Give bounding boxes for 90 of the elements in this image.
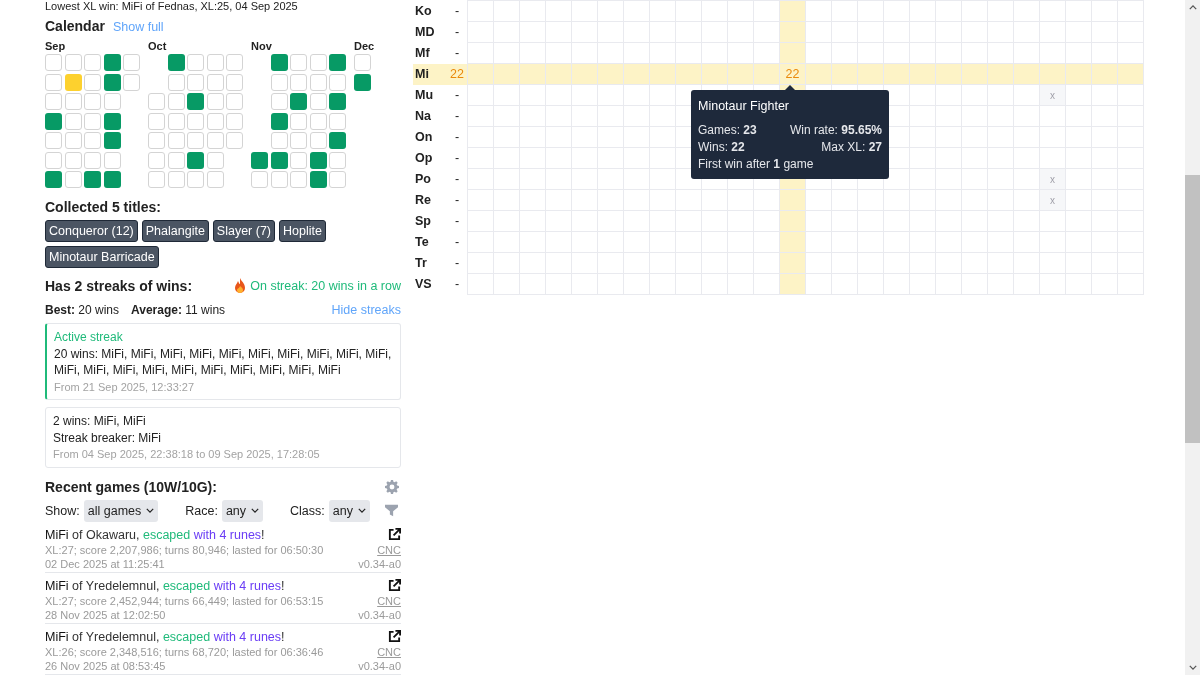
- month-label: Oct: [148, 40, 168, 54]
- title-tag: Minotaur Barricade: [45, 246, 159, 268]
- title-tag: Phalangite: [141, 220, 209, 242]
- filter-dropdown[interactable]: any: [328, 499, 370, 522]
- on-streak-text: On streak: 20 wins in a row: [250, 279, 401, 293]
- titles-heading: Collected 5 titles:: [45, 199, 162, 215]
- row-total: -: [447, 84, 468, 106]
- row-label: Po: [414, 171, 432, 188]
- external-link-icon[interactable]: [388, 629, 401, 643]
- filter-label: Race:: [185, 503, 218, 518]
- row-label: Sp: [414, 213, 432, 230]
- month-label: Sep: [45, 40, 67, 54]
- external-link-icon[interactable]: [388, 578, 401, 592]
- best-streak: Best: 20 wins: [45, 303, 120, 317]
- streaks-heading: Has 2 streaks of wins:: [45, 278, 193, 294]
- game-title: MiFi of Yredelemnul, escaped with 4 runes!: [45, 628, 286, 645]
- row-total: 22: [447, 63, 468, 85]
- filter-label: Show:: [45, 503, 80, 518]
- game-version: v0.34-a0: [358, 556, 401, 571]
- row-label: Op: [414, 150, 434, 167]
- tooltip-stat: Win rate: 95.65%: [789, 122, 882, 139]
- filter-label: Class:: [290, 503, 325, 518]
- row-total: -: [447, 210, 468, 232]
- row-label: Mu: [413, 84, 447, 106]
- row-total: -: [447, 273, 468, 295]
- scrollbar[interactable]: [1185, 0, 1200, 675]
- row-label: Mf: [413, 42, 447, 64]
- tooltip-title: Minotaur Fighter: [698, 98, 790, 115]
- chevron-down-icon: [146, 508, 155, 513]
- streak-period: From 04 Sep 2025, 22:38:18 to 09 Sep 2025, 17:28:05: [53, 447, 321, 462]
- streak-wins: 20 wins: MiFi, MiFi, MiFi, MiFi, MiFi, MiFi, MiFi, MiFi, MiFi, MiFi, MiFi, MiFi, MiFi, MiFi, MiFi, MiFi, MiFi, MiFi, MiFi, MiFi: [54, 345, 393, 379]
- chevron-down-icon: [251, 508, 260, 513]
- game-date: 02 Dec 2025 at 11:25:41: [45, 556, 166, 571]
- game-title: MiFi of Okawaru, escaped with 4 runes!: [45, 526, 266, 543]
- row-label: MD: [414, 24, 436, 41]
- streak-label: Active streak: [54, 329, 124, 346]
- month-label: Dec: [354, 40, 375, 54]
- game-version: v0.34-a0: [358, 658, 401, 673]
- server-link[interactable]: CNC: [377, 542, 401, 557]
- row-total: -: [447, 189, 468, 211]
- server-link[interactable]: CNC: [377, 593, 401, 608]
- calendar-heading: Calendar: [45, 18, 105, 34]
- game-details: XL:27; score 2,207,986; turns 80,946; lasted for 06:50:30: [45, 542, 324, 557]
- filter-dropdown[interactable]: any: [221, 499, 264, 522]
- row-label: VS: [414, 276, 433, 293]
- server-link[interactable]: CNC: [377, 644, 401, 659]
- row-total: -: [447, 252, 468, 274]
- game-date: 28 Nov 2025 at 12:02:50: [45, 607, 167, 622]
- streak-period: From 21 Sep 2025, 12:33:27: [54, 379, 196, 395]
- average-streak: Average: 11 wins: [131, 303, 226, 317]
- streak-breaker: Streak breaker: MiFi: [53, 429, 163, 446]
- fire-icon: [234, 278, 247, 294]
- game-date: 26 Nov 2025 at 08:53:45: [45, 658, 167, 673]
- row-total: -: [447, 231, 468, 253]
- row-label: Re: [414, 192, 432, 209]
- title-tag: Slayer (7): [212, 220, 276, 242]
- row-total: -: [447, 147, 468, 169]
- row-total: -: [447, 42, 468, 64]
- title-tag: Hoplite: [279, 220, 326, 242]
- game-details: XL:26; score 2,348,516; turns 68,720; lasted for 06:36:46: [45, 644, 324, 659]
- game-version: v0.34-a0: [358, 607, 401, 622]
- row-label: On: [414, 129, 434, 146]
- month-label: Nov: [251, 40, 273, 54]
- hide-streaks-link[interactable]: Hide streaks: [331, 303, 401, 317]
- filter-dropdown[interactable]: all games: [83, 499, 159, 522]
- tooltip-stat: Wins: 22: [698, 139, 745, 156]
- tooltip-stat: Max XL: 27: [821, 139, 882, 156]
- recent-games-heading: Recent games (10W/10G):: [45, 478, 217, 495]
- tooltip-note: First win after 1 game: [698, 156, 815, 173]
- row-label: Ko: [414, 3, 433, 20]
- row-total: -: [447, 105, 468, 127]
- lowest-xl-win: Lowest XL win: MiFi of Fednas, XL:25, 04 Sep 2025: [45, 0, 299, 13]
- external-link-icon[interactable]: [388, 527, 401, 541]
- row-label: Mi: [413, 63, 447, 85]
- show-full-link[interactable]: Show full: [112, 20, 164, 34]
- title-tag: Conqueror (12): [45, 220, 138, 242]
- row-total: -: [447, 0, 468, 22]
- game-title: MiFi of Yredelemnul, escaped with 4 runes!: [45, 577, 286, 594]
- chevron-down-icon: [357, 508, 366, 513]
- row-label: Te: [414, 234, 430, 251]
- scroll-up-icon[interactable]: [1188, 5, 1197, 10]
- game-details: XL:27; score 2,452,944; turns 66,449; lasted for 06:53:15: [45, 593, 324, 608]
- row-total: -: [447, 168, 468, 190]
- row-label: Tr: [414, 255, 428, 272]
- row-total: -: [447, 126, 468, 148]
- row-label: Na: [414, 108, 432, 125]
- row-total: -: [447, 21, 468, 43]
- scroll-down-icon[interactable]: [1188, 665, 1197, 670]
- tooltip-stat: Games: 23: [698, 122, 757, 139]
- streak-wins: 2 wins: MiFi, MiFi: [53, 413, 147, 430]
